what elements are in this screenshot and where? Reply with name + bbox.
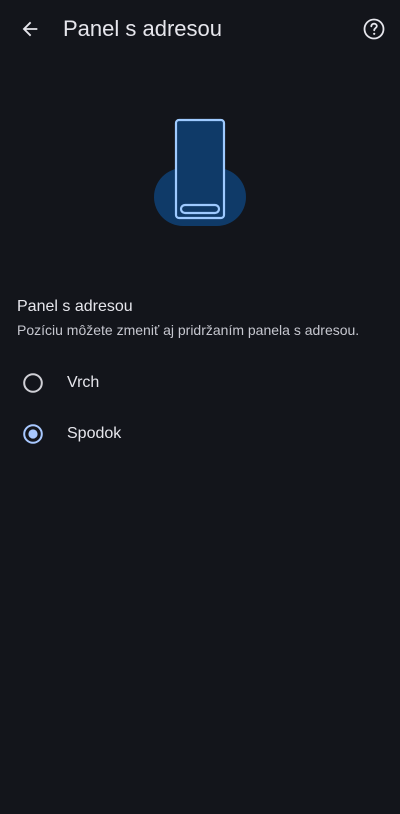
radio-checked-icon[interactable] <box>23 424 43 444</box>
arrow-back-icon <box>22 21 38 37</box>
radio-unchecked-icon[interactable] <box>23 373 43 393</box>
help-button[interactable] <box>359 14 389 44</box>
option-top[interactable]: Vrch <box>0 360 400 406</box>
top-app-bar: Panel s adresou <box>0 0 400 58</box>
section-title: Panel s adresou <box>17 298 133 315</box>
page-title: Panel s adresou <box>63 16 222 41</box>
phone-bottom-bar-illustration <box>154 118 246 226</box>
option-bottom-label: Spodok <box>67 425 122 442</box>
help-circle-icon <box>363 18 385 40</box>
back-button[interactable] <box>14 13 46 45</box>
section-description: Pozíciu môžete zmeniť aj pridržaním pane… <box>17 322 360 338</box>
option-top-label: Vrch <box>67 374 100 391</box>
option-bottom[interactable]: Spodok <box>0 411 400 457</box>
